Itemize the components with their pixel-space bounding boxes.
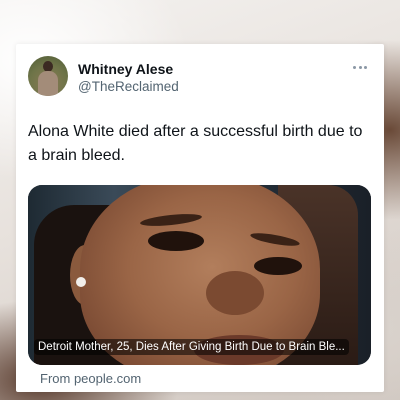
author-name[interactable]: Whitney Alese [78, 61, 173, 77]
link-card-image[interactable]: Detroit Mother, 25, Dies After Giving Bi… [28, 185, 371, 365]
dot [358, 66, 362, 69]
tweet-card[interactable]: Whitney Alese @TheReclaimed Alona White … [16, 44, 384, 392]
tweet-text: Alona White died after a successful birt… [28, 123, 363, 164]
author-handle[interactable]: @TheReclaimed [78, 79, 179, 94]
avatar[interactable] [28, 56, 68, 96]
avatar-body [38, 71, 58, 96]
dot [364, 66, 367, 69]
more-options-icon[interactable] [350, 60, 370, 74]
link-card-title[interactable]: Detroit Mother, 25, Dies After Giving Bi… [34, 339, 349, 355]
dot [353, 66, 356, 69]
article-photo [28, 185, 371, 365]
link-source[interactable]: From people.com [40, 371, 141, 386]
